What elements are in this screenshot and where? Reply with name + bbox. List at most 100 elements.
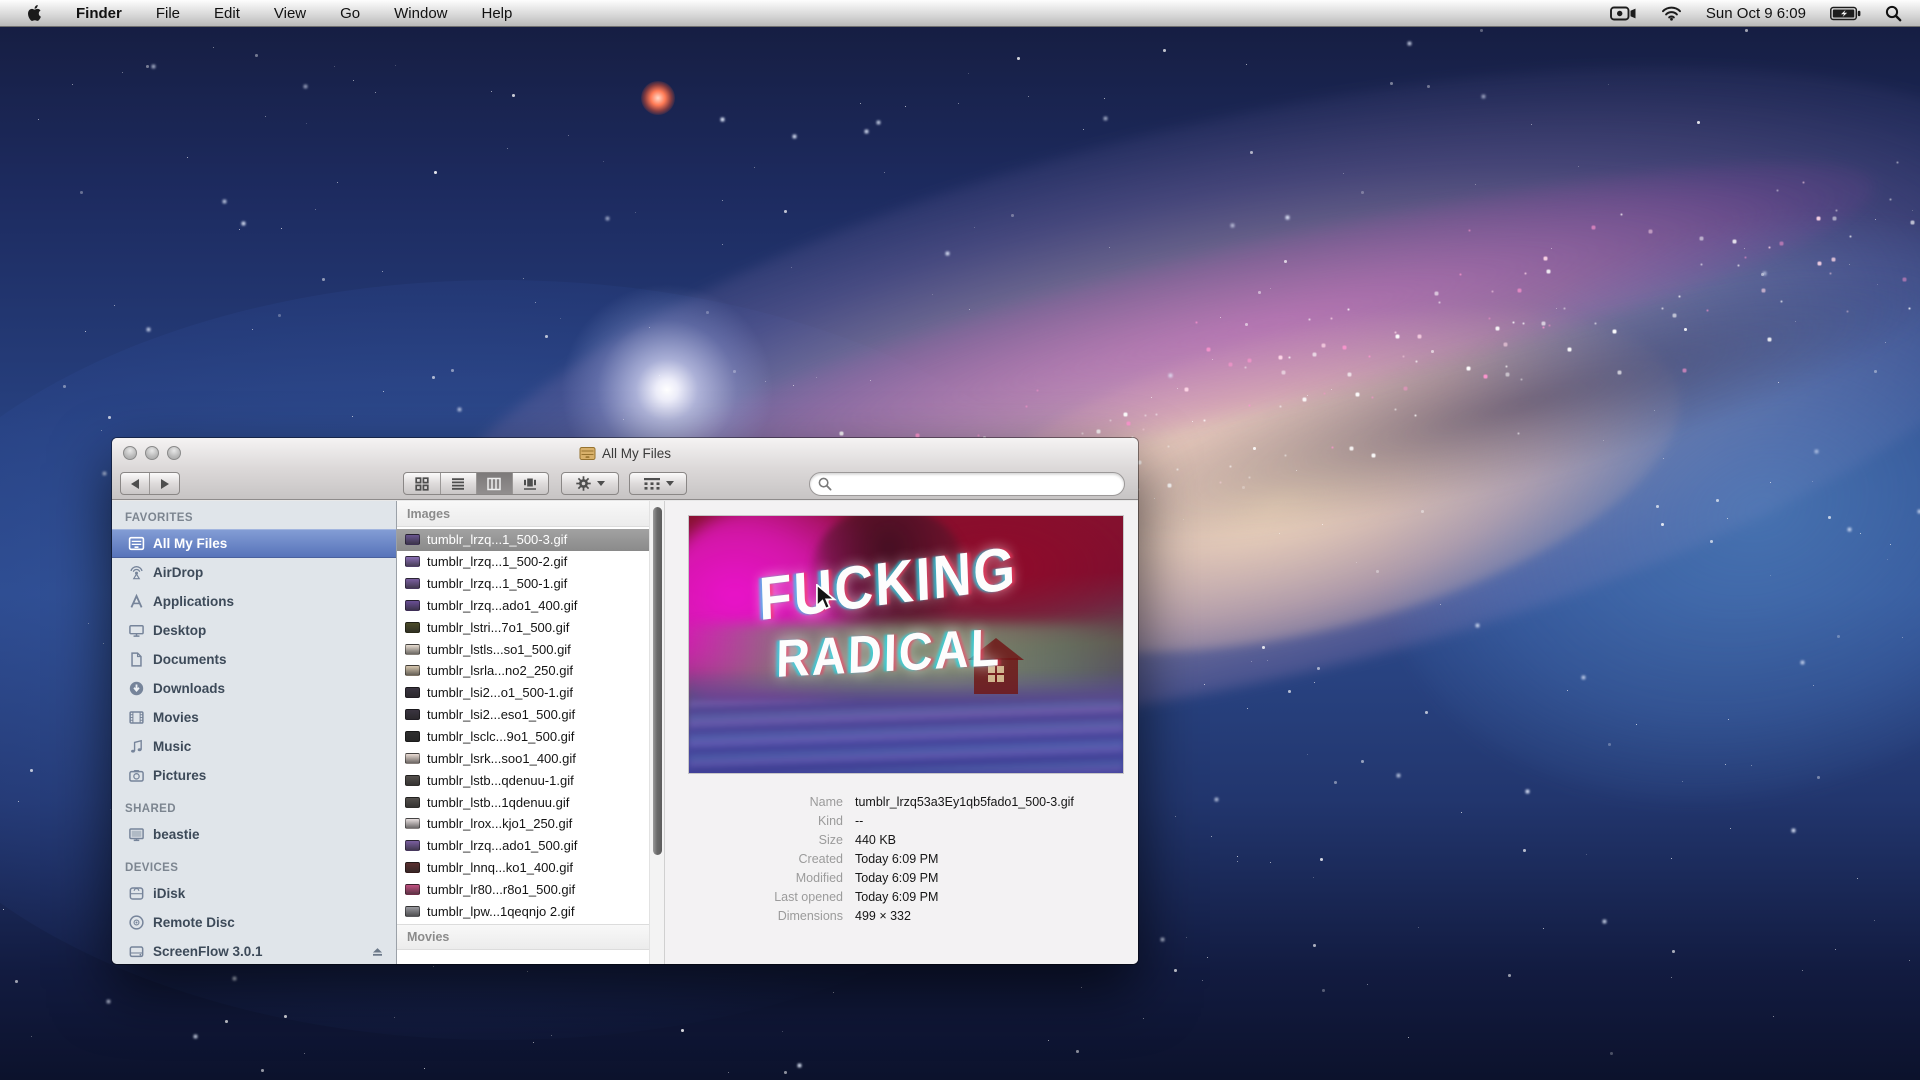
info-row-size: Size 440 KB xyxy=(665,831,1130,850)
menu-item-help[interactable]: Help xyxy=(465,0,530,27)
spotlight-icon[interactable] xyxy=(1885,5,1902,22)
sidebar-item-remote-disc[interactable]: Remote Disc xyxy=(112,908,396,937)
sidebar-item-label: Documents xyxy=(153,652,227,667)
info-label: Dimensions xyxy=(777,909,843,923)
screen-recording-icon[interactable] xyxy=(1609,5,1637,22)
menu-item-finder[interactable]: Finder xyxy=(59,0,139,27)
sidebar-item-idisk[interactable]: iDisk xyxy=(112,879,396,908)
file-row[interactable]: tumblr_lr80...r8o1_500.gif xyxy=(397,879,649,901)
info-value: tumblr_lrzq53a3Ey1qb5fado1_500-3.gif xyxy=(855,795,1074,809)
file-list-column: Images tumblr_lrzq...1_500-3.gif tumblr_l… xyxy=(397,501,665,964)
arrange-menu-button[interactable] xyxy=(629,472,687,495)
coverflow-view-icon xyxy=(524,478,537,490)
info-row-dimensions: Dimensions 499 × 332 xyxy=(665,907,1130,926)
sidebar-item-label: AirDrop xyxy=(153,565,204,580)
file-name: tumblr_lr80...r8o1_500.gif xyxy=(427,881,576,897)
search-field[interactable] xyxy=(809,472,1125,496)
sidebar-item-screenflow-3-0-1[interactable]: ScreenFlow 3.0.1 xyxy=(112,937,396,964)
galaxy-blue-clouds xyxy=(1312,126,1920,894)
applications-icon xyxy=(127,593,145,611)
pictures-icon xyxy=(127,767,145,785)
file-row[interactable]: tumblr_lsrla...no2_250.gif xyxy=(397,660,649,682)
menu-item-view[interactable]: View xyxy=(257,0,323,27)
menu-item-file[interactable]: File xyxy=(139,0,197,27)
file-info-panel: Name tumblr_lrzq53a3Ey1qb5fado1_500-3.gif… xyxy=(665,793,1130,926)
info-row-created: Created Today 6:09 PM xyxy=(665,850,1130,869)
section-header-movies: Movies xyxy=(397,924,664,950)
arrange-icon xyxy=(643,477,660,490)
coverflow-view-button[interactable] xyxy=(511,473,548,494)
sidebar-item-airdrop[interactable]: AirDrop xyxy=(112,558,396,587)
file-row[interactable]: tumblr_lsrk...soo1_400.gif xyxy=(397,747,649,769)
list-view-button[interactable] xyxy=(439,473,476,494)
sidebar-item-label: ScreenFlow 3.0.1 xyxy=(153,944,263,959)
file-row[interactable]: tumblr_lrox...kjo1_250.gif xyxy=(397,813,649,835)
file-row[interactable]: tumblr_lrzq...1_500-3.gif xyxy=(397,529,649,551)
file-thumbnail-icon xyxy=(405,752,420,764)
file-name: tumblr_lstls...so1_500.gif xyxy=(427,641,571,657)
file-row[interactable]: tumblr_lstri...7o1_500.gif xyxy=(397,616,649,638)
action-menu-button[interactable] xyxy=(561,472,619,495)
title-bar[interactable]: All My Files xyxy=(112,438,1138,468)
file-row[interactable]: tumblr_lrzq...1_500-2.gif xyxy=(397,551,649,573)
menu-item-edit[interactable]: Edit xyxy=(197,0,257,27)
file-row[interactable]: tumblr_lsclc...9o1_500.gif xyxy=(397,726,649,748)
file-row[interactable]: tumblr_lrzq...ado1_400.gif xyxy=(397,595,649,617)
info-label: Name xyxy=(809,795,843,809)
file-name: tumblr_lstb...qdenuu-1.gif xyxy=(427,772,574,788)
menu-item-window[interactable]: Window xyxy=(377,0,464,27)
gear-icon xyxy=(576,476,591,491)
battery-icon[interactable] xyxy=(1830,6,1861,21)
sidebar-item-beastie[interactable]: beastie xyxy=(112,820,396,849)
sidebar-item-all-my-files[interactable]: All My Files xyxy=(112,529,396,558)
file-row[interactable]: tumblr_lpw...1qeqnjo 2.gif xyxy=(397,900,649,922)
sidebar-item-downloads[interactable]: Downloads xyxy=(112,674,396,703)
sidebar-item-music[interactable]: Music xyxy=(112,732,396,761)
icon-view-button[interactable] xyxy=(404,473,440,494)
eject-icon[interactable] xyxy=(370,944,386,960)
file-name: tumblr_lrox...kjo1_250.gif xyxy=(427,816,573,832)
sidebar-item-movies[interactable]: Movies xyxy=(112,703,396,732)
file-row[interactable]: tumblr_lstb...qdenuu-1.gif xyxy=(397,769,649,791)
file-row[interactable]: tumblr_lrzq...ado1_500.gif xyxy=(397,835,649,857)
sidebar-item-desktop[interactable]: Desktop xyxy=(112,616,396,645)
apple-menu[interactable] xyxy=(12,4,59,22)
column-view-button[interactable] xyxy=(475,473,512,494)
minimize-button[interactable] xyxy=(145,446,159,460)
sidebar-item-label: Applications xyxy=(153,594,235,609)
file-row[interactable]: tumblr_lrzq...1_500-1.gif xyxy=(397,573,649,595)
forward-arrow-icon xyxy=(160,478,169,489)
list-view-icon xyxy=(452,477,465,490)
column-view-icon xyxy=(487,477,502,490)
file-row[interactable]: tumblr_lsi2...eso1_500.gif xyxy=(397,704,649,726)
sidebar-item-pictures[interactable]: Pictures xyxy=(112,761,396,790)
file-row[interactable]: tumblr_lsi2...o1_500-1.gif xyxy=(397,682,649,704)
wifi-icon[interactable] xyxy=(1661,5,1682,21)
file-name: tumblr_lpw...1qeqnjo 2.gif xyxy=(427,903,575,919)
documents-icon xyxy=(127,651,145,669)
preview-streaks xyxy=(689,701,1123,773)
preview-image[interactable]: FUCKING RADICAL xyxy=(689,516,1123,773)
menu-clock[interactable]: Sun Oct 9 6:09 xyxy=(1706,5,1806,22)
menu-item-go[interactable]: Go xyxy=(323,0,377,27)
chevron-down-icon xyxy=(597,481,605,486)
zoom-button[interactable] xyxy=(167,446,181,460)
remote-disc-icon xyxy=(127,914,145,932)
scrollbar-thumb[interactable] xyxy=(652,507,662,855)
file-row[interactable]: tumblr_lnnq...ko1_400.gif xyxy=(397,857,649,879)
sidebar-item-documents[interactable]: Documents xyxy=(112,645,396,674)
back-button[interactable] xyxy=(121,473,150,494)
sidebar-section-devices: DEVICES xyxy=(125,862,179,874)
menu-bar: Finder File Edit View Go Window Help Sun Oct 9… xyxy=(0,0,1920,27)
file-row[interactable]: tumblr_lstls...so1_500.gif xyxy=(397,638,649,660)
sidebar-item-label: Pictures xyxy=(153,768,207,783)
sidebar-item-label: Remote Disc xyxy=(153,915,235,930)
forward-button[interactable] xyxy=(150,473,179,494)
close-button[interactable] xyxy=(123,446,137,460)
search-input[interactable] xyxy=(837,475,1116,493)
file-thumbnail-icon xyxy=(405,862,420,874)
file-name: tumblr_lrzq...1_500-2.gif xyxy=(427,554,568,570)
sidebar-item-applications[interactable]: Applications xyxy=(112,587,396,616)
scrollbar[interactable] xyxy=(649,501,664,964)
file-row[interactable]: tumblr_lstb...1qdenuu.gif xyxy=(397,791,649,813)
